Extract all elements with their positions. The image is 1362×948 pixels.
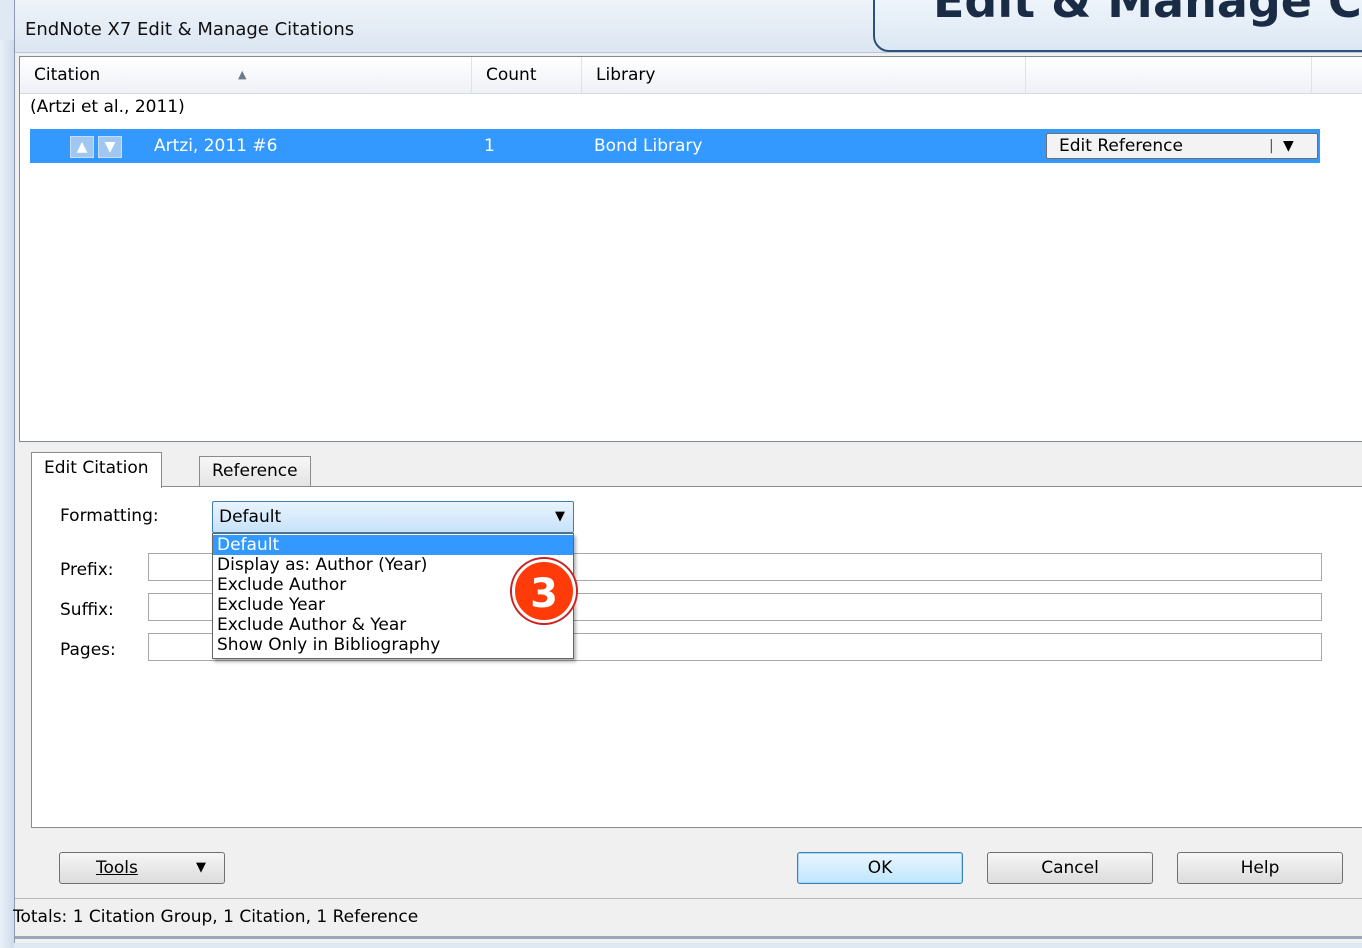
status-text: Totals: 1 Citation Group, 1 Citation, 1 … <box>13 907 419 927</box>
formatting-value: Default <box>219 507 282 527</box>
tools-button[interactable]: Tools ▼ <box>59 852 225 884</box>
column-header-count[interactable]: Count <box>472 57 582 93</box>
column-header-citation[interactable]: Citation ▲ <box>20 57 472 93</box>
prefix-label: Prefix: <box>60 560 114 580</box>
suffix-label: Suffix: <box>60 600 114 620</box>
split-separator: | <box>1269 138 1274 154</box>
background-strip <box>0 40 14 948</box>
move-up-icon[interactable]: ▲ <box>70 136 94 158</box>
move-down-icon[interactable]: ▼ <box>98 136 122 158</box>
edit-manage-citations-dialog: EndNote X7 Edit & Manage Citations Edit … <box>13 0 1362 943</box>
edit-reference-button[interactable]: Edit Reference | ▼ <box>1046 133 1318 159</box>
help-button[interactable]: Help <box>1177 852 1343 884</box>
status-bar: Totals: 1 Citation Group, 1 Citation, 1 … <box>13 898 1362 935</box>
selected-citation-row[interactable]: ▲ ▼ Artzi, 2011 #6 1 Bond Library Edit R… <box>30 129 1320 163</box>
row-citation: Artzi, 2011 #6 <box>154 136 278 156</box>
chevron-down-icon: ▼ <box>555 509 565 524</box>
column-header-library[interactable]: Library <box>582 57 1026 93</box>
tools-label: Tools <box>96 858 138 878</box>
pages-label: Pages: <box>60 640 116 660</box>
column-count-label: Count <box>486 65 537 85</box>
row-count: 1 <box>484 136 495 156</box>
formatting-label: Formatting: <box>60 506 159 526</box>
tab-reference[interactable]: Reference <box>199 456 311 486</box>
dropdown-option-exclude-author-year[interactable]: Exclude Author & Year <box>213 615 573 635</box>
ok-button[interactable]: OK <box>797 852 963 884</box>
edit-citation-panel: Formatting: Default ▼ Prefix: Suffix: Pa… <box>31 486 1362 828</box>
dialog-bottom-edge <box>15 936 1362 939</box>
window-title: EndNote X7 Edit & Manage Citations <box>25 19 355 40</box>
list-header: Citation ▲ Count Library <box>20 57 1362 94</box>
column-library-label: Library <box>596 65 656 85</box>
banner-title: Edit & Manage C <box>933 0 1362 28</box>
column-citation-label: Citation <box>34 65 101 85</box>
citation-group-row[interactable]: (Artzi et al., 2011) <box>30 97 185 117</box>
chevron-down-icon: ▼ <box>196 860 206 875</box>
tab-area: Edit Citation Reference Formatting: Defa… <box>19 446 1362 830</box>
tab-edit-citation[interactable]: Edit Citation <box>31 452 162 488</box>
formatting-select[interactable]: Default ▼ <box>212 501 574 533</box>
sort-ascending-icon: ▲ <box>238 68 247 81</box>
dropdown-option-default[interactable]: Default <box>213 535 573 555</box>
citation-list[interactable]: Citation ▲ Count Library (Artzi et al., … <box>19 56 1362 442</box>
step-number-badge: 3 <box>512 559 576 623</box>
slide-banner: Edit & Manage C <box>873 0 1362 52</box>
row-library: Bond Library <box>594 136 703 156</box>
column-header-actions <box>1026 57 1312 93</box>
edit-reference-label: Edit Reference <box>1059 136 1183 156</box>
dropdown-option-bibliography-only[interactable]: Show Only in Bibliography <box>213 635 573 655</box>
chevron-down-icon[interactable]: ▼ <box>1283 134 1294 158</box>
cancel-button[interactable]: Cancel <box>987 852 1153 884</box>
